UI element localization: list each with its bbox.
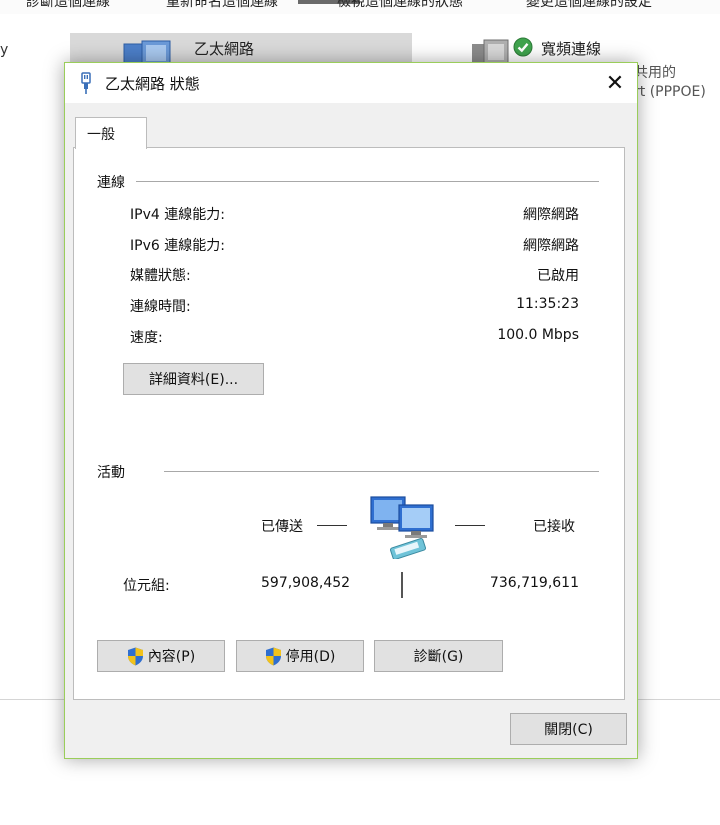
close-button[interactable]: 關閉(C) [510, 713, 627, 745]
dialog-title: 乙太網路 狀態 [105, 75, 200, 93]
activity-group-divider [164, 471, 599, 472]
ethernet-cable-icon [81, 72, 91, 94]
bytes-label: 位元組: [123, 578, 170, 594]
activity-group-label: 活動 [97, 465, 125, 481]
connection-item-broadband-device: rt (PPPOE) [634, 84, 706, 100]
connection-group-divider [136, 181, 599, 182]
activity-center-divider [401, 572, 403, 598]
ipv4-connectivity-value: 網際網路 [523, 207, 579, 223]
connected-check-icon [513, 37, 533, 57]
tab-general[interactable]: 一般 [75, 117, 147, 149]
received-dash-line [455, 525, 485, 526]
disable-button-label: 停用(D) [285, 649, 336, 665]
connection-group-label: 連線 [97, 175, 125, 191]
connection-item-broadband-name[interactable]: 寬頻連線 [541, 38, 601, 59]
duration-label: 連線時間: [130, 299, 191, 315]
general-tab-panel: 連線 IPv4 連線能力: 網際網路 IPv6 連線能力: 網際網路 媒體狀態:… [73, 147, 625, 700]
toolbar-change-settings-link[interactable]: 變更這個連線的設定 [526, 0, 652, 11]
speed-label: 速度: [130, 330, 163, 346]
properties-button-label: 內容(P) [147, 649, 196, 665]
uac-shield-icon [265, 647, 281, 665]
ipv6-connectivity-label: IPv6 連線能力: [130, 238, 225, 254]
duration-value: 11:35:23 [516, 296, 579, 312]
background-left-text: y [0, 42, 9, 58]
connection-item-ethernet-name: 乙太網路 [194, 40, 255, 58]
media-state-value: 已啟用 [537, 268, 579, 284]
disable-button[interactable]: 停用(D) [236, 640, 364, 672]
bytes-sent-value: 597,908,452 [261, 575, 351, 591]
diagnose-button[interactable]: 診斷(G) [374, 640, 503, 672]
uac-shield-icon [127, 647, 143, 665]
media-state-label: 媒體狀態: [130, 268, 191, 284]
sent-label: 已傳送 [261, 519, 303, 535]
toolbar-view-status-link[interactable]: 檢視這個連線的狀態 [337, 0, 463, 11]
sent-dash-line [317, 525, 347, 526]
network-computers-icon [370, 496, 434, 559]
toolbar-rename-link[interactable]: 重新命名這個連線 [166, 0, 278, 11]
received-label: 已接收 [533, 519, 575, 535]
background-toolbar: 診斷這個連線 重新命名這個連線 檢視這個連線的狀態 變更這個連線的設定 [0, 0, 720, 14]
properties-button[interactable]: 內容(P) [97, 640, 225, 672]
connection-item-broadband-status: 共用的 [634, 65, 676, 81]
bytes-received-value: 736,719,611 [489, 575, 579, 591]
ethernet-status-dialog: 乙太網路 狀態 ✕ 一般 連線 IPv4 連線能力: 網際網路 IPv6 連線能… [64, 62, 638, 759]
ipv6-connectivity-value: 網際網路 [523, 238, 579, 254]
close-icon[interactable]: ✕ [593, 63, 637, 103]
ipv4-connectivity-label: IPv4 連線能力: [130, 207, 225, 223]
speed-value: 100.0 Mbps [497, 327, 579, 343]
dialog-titlebar[interactable]: 乙太網路 狀態 ✕ [65, 63, 637, 103]
details-button[interactable]: 詳細資料(E)... [123, 363, 264, 395]
toolbar-diagnose-link[interactable]: 診斷這個連線 [26, 0, 110, 11]
